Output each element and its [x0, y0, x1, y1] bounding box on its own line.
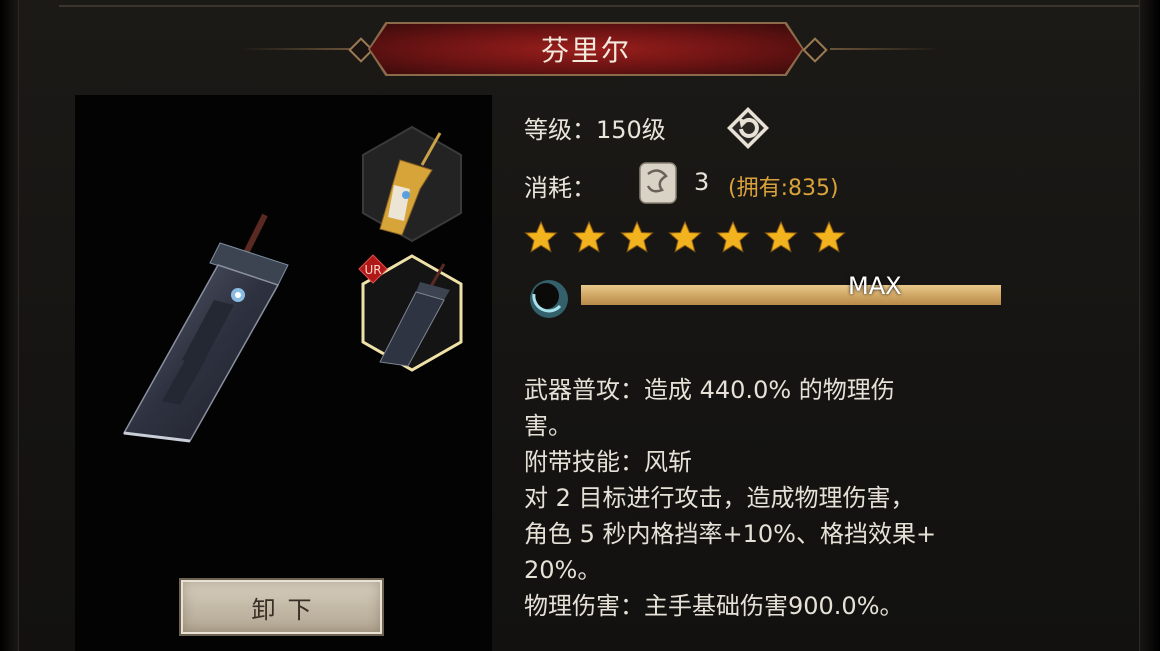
level-value: 150级: [596, 116, 666, 144]
level-label: 等级：: [524, 116, 596, 144]
buster-sword-image: [122, 213, 289, 443]
star-icon: [572, 220, 606, 253]
description-line: 角色 5 秒内格挡率+10%、格挡效果+: [524, 520, 937, 548]
cost-amount: 3: [694, 168, 710, 196]
description-line: 20%。: [524, 556, 602, 584]
title-rule-left: [240, 48, 355, 50]
unequip-button[interactable]: 卸下: [179, 578, 384, 636]
level-reset-icon[interactable]: [724, 104, 772, 152]
ur-rarity-badge: UR: [358, 254, 388, 284]
weapon-name: 芬里尔: [540, 34, 631, 67]
title-banner: 芬里尔: [368, 22, 804, 76]
cost-label: 消耗：: [524, 174, 596, 202]
star-icon: [716, 220, 750, 253]
description-line: 附带技能：风斩: [524, 448, 692, 476]
exp-bar: [581, 285, 1001, 305]
star-icon: [668, 220, 702, 253]
star-icon: [812, 220, 846, 253]
cost-row: 消耗：: [524, 168, 596, 203]
star-icon: [764, 220, 798, 253]
title-rule-right: [830, 48, 940, 50]
weapon-description: 武器普攻：造成 440.0% 的物理伤 害。 附带技能：风斩 对 2 目标进行攻…: [524, 372, 1104, 624]
description-line: 对 2 目标进行攻击，造成物理伤害，: [524, 484, 915, 512]
equipment-screen: 芬里尔 UR 卸下 等级：150级 消耗： 3 (拥有:835) MAX 武器普…: [0, 0, 1160, 651]
unequip-label: 卸下: [251, 595, 324, 624]
material-scroll-icon: [639, 162, 677, 204]
description-line: 物理伤害：主手基础伤害900.0%。: [524, 592, 904, 620]
description-line: 害。: [524, 412, 572, 440]
exp-bar-fill: [581, 285, 1001, 305]
left-border: [0, 0, 18, 651]
star-icon: [620, 220, 654, 253]
star-rating: [524, 220, 860, 254]
owned-count: (拥有:835): [728, 176, 839, 201]
level-row: 等级：150级: [524, 110, 666, 145]
star-icon: [524, 220, 558, 253]
right-border: [1138, 0, 1160, 651]
gold-sword-slot[interactable]: [360, 125, 464, 243]
rarity-label: UR: [364, 263, 381, 277]
top-divider: [59, 5, 1139, 7]
moon-orb-icon: [530, 280, 568, 318]
description-line: 武器普攻：造成 440.0% 的物理伤: [524, 376, 895, 404]
exp-max-label: MAX: [848, 272, 902, 300]
